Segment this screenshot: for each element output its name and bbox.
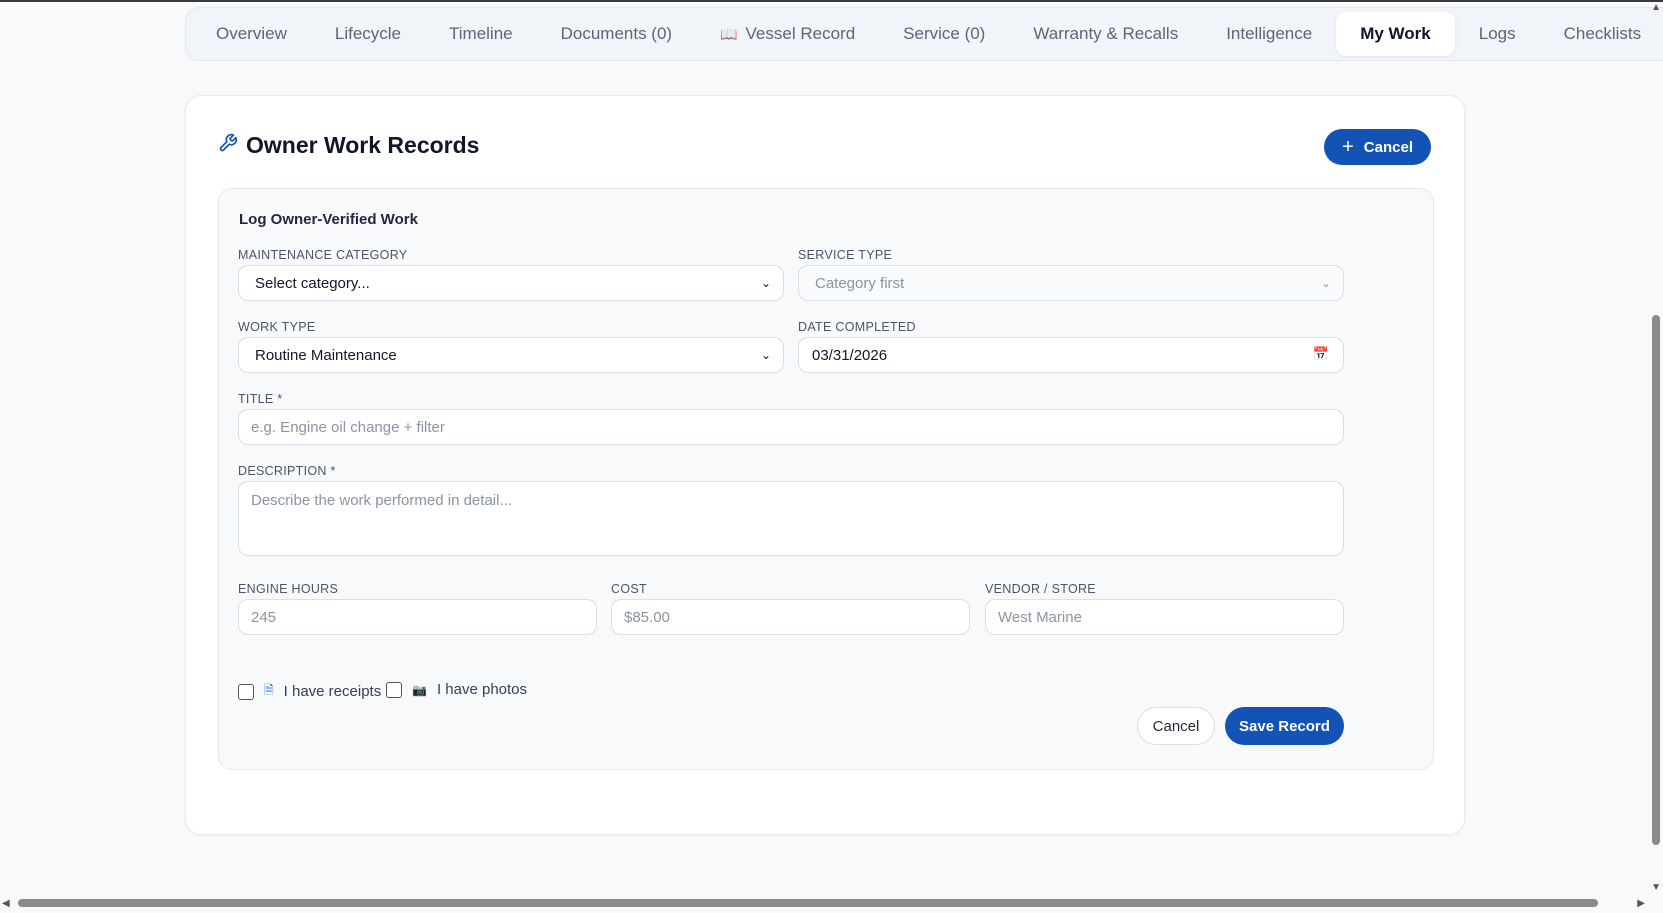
photos-label: I have photos — [436, 681, 528, 698]
card-title-text: Owner Work Records — [246, 132, 480, 158]
toggle-form-button[interactable]: + Cancel — [1324, 129, 1431, 165]
form-title: Log Owner-Verified Work — [239, 211, 418, 228]
title-input[interactable]: e.g. Engine oil change + filter — [238, 409, 1344, 445]
service-type-select[interactable]: Category first ⌄ — [798, 265, 1344, 301]
tab-warranty[interactable]: Warranty & Recalls — [1009, 12, 1202, 56]
photos-checkbox-row[interactable]: 📷 I have photos — [386, 681, 527, 698]
scroll-up-icon[interactable]: ▲ — [1651, 2, 1661, 13]
window-top-border — [0, 0, 1663, 2]
vertical-scrollbar[interactable] — [1652, 315, 1660, 845]
tab-bar: Overview Lifecycle Timeline Documents (0… — [185, 7, 1663, 61]
receipts-label: I have receipts — [283, 683, 382, 700]
scroll-down-icon[interactable]: ▼ — [1651, 882, 1661, 893]
vendor-label: VENDOR / STORE — [985, 582, 1096, 596]
tab-service[interactable]: Service (0) — [879, 12, 1009, 56]
camera-icon: 📷 — [412, 682, 427, 697]
chevron-down-icon: ⌄ — [760, 348, 771, 362]
description-textarea[interactable]: Describe the work performed in detail... — [238, 481, 1344, 556]
book-icon: 📖 — [720, 25, 738, 42]
tab-lifecycle[interactable]: Lifecycle — [311, 12, 425, 56]
work-record-form: Log Owner-Verified Work MAINTENANCE CATE… — [218, 188, 1434, 770]
work-type-select[interactable]: Routine Maintenance ⌄ — [238, 337, 784, 373]
save-record-button[interactable]: Save Record — [1225, 707, 1344, 745]
vendor-input[interactable]: West Marine — [985, 599, 1344, 635]
tab-intelligence[interactable]: Intelligence — [1202, 12, 1336, 56]
scroll-right-icon[interactable]: ▶ — [1637, 898, 1645, 909]
date-value: 03/31/2026 — [812, 346, 888, 364]
tab-checklists[interactable]: Checklists — [1540, 12, 1663, 56]
engine-hours-input[interactable]: 245 — [238, 599, 597, 635]
cancel-button[interactable]: Cancel — [1137, 707, 1215, 745]
tab-vessel-record[interactable]: 📖 Vessel Record — [696, 12, 879, 56]
cost-input[interactable]: $85.00 — [611, 599, 970, 635]
wrench-icon — [218, 132, 238, 159]
category-select[interactable]: Select category... ⌄ — [238, 265, 784, 301]
receipt-icon: 🗎 — [264, 683, 274, 697]
plus-icon: + — [1342, 135, 1354, 158]
date-label: DATE COMPLETED — [798, 320, 916, 334]
work-type-value: Routine Maintenance — [255, 346, 397, 364]
card-title: Owner Work Records — [218, 132, 479, 159]
tab-my-work[interactable]: My Work — [1336, 12, 1455, 56]
chevron-down-icon: ⌄ — [760, 276, 771, 290]
receipts-checkbox[interactable] — [238, 683, 254, 700]
photos-checkbox[interactable] — [386, 681, 402, 698]
owner-work-card: Owner Work Records + Cancel Log Owner-Ver… — [185, 95, 1465, 835]
scroll-left-icon[interactable]: ◀ — [2, 898, 10, 909]
category-value: Select category... — [255, 274, 370, 292]
tab-logs[interactable]: Logs — [1455, 12, 1540, 56]
receipts-checkbox-row[interactable]: 🗎 I have receipts — [238, 681, 381, 702]
tab-overview[interactable]: Overview — [192, 12, 311, 56]
date-input[interactable]: 03/31/2026 📅 — [798, 337, 1344, 373]
toggle-label: Cancel — [1363, 138, 1413, 156]
category-label: MAINTENANCE CATEGORY — [238, 248, 408, 262]
tab-label: Vessel Record — [745, 24, 856, 43]
title-label: TITLE * — [238, 392, 283, 406]
calendar-icon[interactable]: 📅 — [1313, 346, 1329, 362]
tab-timeline[interactable]: Timeline — [425, 12, 537, 56]
tab-documents[interactable]: Documents (0) — [537, 12, 696, 56]
service-type-value: Category first — [815, 274, 905, 292]
work-type-label: WORK TYPE — [238, 320, 316, 334]
service-type-label: SERVICE TYPE — [798, 248, 893, 262]
chevron-down-icon: ⌄ — [1320, 276, 1331, 290]
engine-hours-label: ENGINE HOURS — [238, 582, 339, 596]
horizontal-scrollbar[interactable] — [18, 899, 1598, 907]
cost-label: COST — [611, 582, 647, 596]
description-label: DESCRIPTION * — [238, 464, 336, 478]
